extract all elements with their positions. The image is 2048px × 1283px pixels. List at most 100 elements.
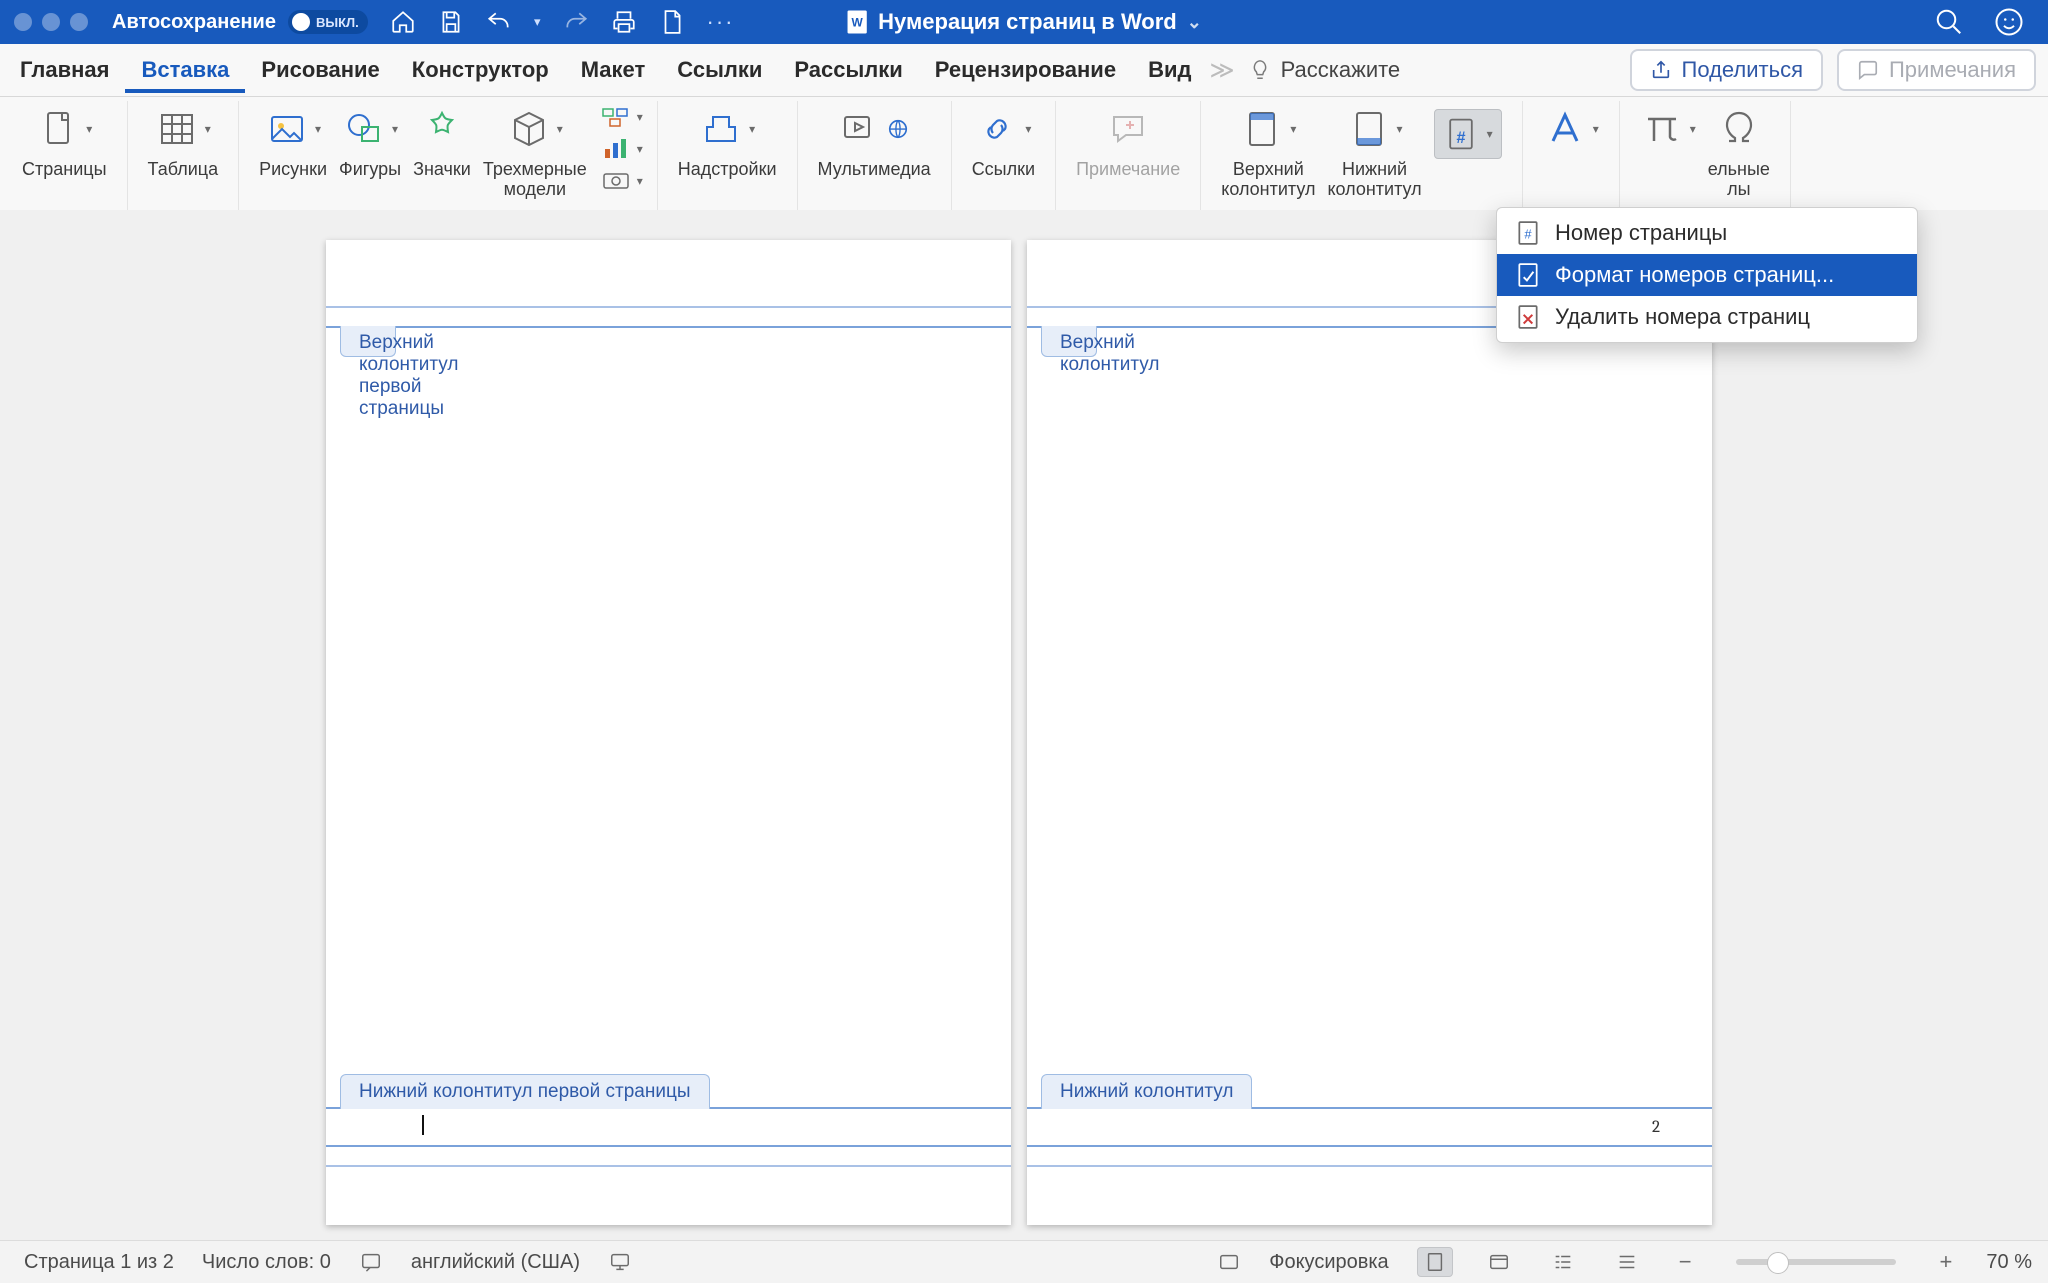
share-button[interactable]: Поделиться [1630, 49, 1823, 91]
view-outline[interactable] [1545, 1247, 1581, 1277]
icons-icon [420, 109, 464, 149]
tab-home[interactable]: Главная [4, 47, 125, 93]
tab-references[interactable]: Ссылки [661, 47, 778, 93]
status-language[interactable]: английский (США) [411, 1251, 580, 1274]
dropdown-arrow-icon: ▾ [1690, 122, 1696, 136]
document-title[interactable]: W Нумерация страниц в Word ⌄ [846, 9, 1202, 35]
screenshot-button[interactable]: ▾ [601, 169, 643, 193]
dropdown-arrow-icon: ▾ [637, 174, 643, 188]
pages-label: Страницы [22, 159, 107, 179]
redo-icon[interactable] [563, 9, 589, 35]
minimize-window[interactable] [42, 13, 60, 31]
dropdown-arrow-icon: ▾ [1593, 122, 1599, 136]
view-print-layout[interactable] [1417, 1247, 1453, 1277]
media-button[interactable]: Мультимедиа [812, 105, 937, 179]
tab-view[interactable]: Вид [1132, 47, 1207, 93]
svg-text:#: # [1456, 129, 1465, 147]
view-draft[interactable] [1609, 1247, 1645, 1277]
chart-button[interactable]: ▾ [601, 137, 643, 161]
new-doc-icon[interactable] [659, 9, 685, 35]
accessibility-icon[interactable] [608, 1251, 632, 1273]
status-page[interactable]: Страница 1 из 2 [24, 1251, 174, 1274]
header-tag: Верхний колонтитул [1041, 326, 1097, 357]
comment-button: Примечание [1070, 105, 1186, 179]
page-number-button[interactable]: # ▾ [1428, 105, 1508, 159]
tab-draw[interactable]: Рисование [245, 47, 395, 93]
feedback-icon[interactable] [1994, 7, 2024, 37]
comments-button[interactable]: Примечания [1837, 49, 2036, 91]
tab-layout[interactable]: Макет [565, 47, 662, 93]
doc-title-text: Нумерация страниц в Word [878, 9, 1177, 35]
group-illustrations: ▾ Рисунки ▾ Фигуры Значки ▾ Трехмерные м… [239, 101, 658, 215]
tab-review[interactable]: Рецензирование [919, 47, 1132, 93]
table-button[interactable]: ▾ Таблица [142, 105, 225, 179]
zoom-in-button[interactable]: + [1934, 1249, 1959, 1275]
tab-design[interactable]: Конструктор [396, 47, 565, 93]
header-icon [1240, 109, 1284, 149]
focus-icon[interactable] [1217, 1251, 1241, 1273]
hdr-outer-line [326, 306, 1011, 308]
view-web-layout[interactable] [1481, 1247, 1517, 1277]
zoom-out-button[interactable]: − [1673, 1249, 1698, 1275]
more-icon[interactable]: ··· [707, 9, 735, 35]
pictures-button[interactable]: ▾ Рисунки [253, 105, 333, 179]
status-focus[interactable]: Фокусировка [1269, 1251, 1388, 1274]
zoom-window[interactable] [70, 13, 88, 31]
zoom-thumb[interactable] [1767, 1252, 1789, 1274]
menu-item-label: Удалить номера страниц [1555, 304, 1810, 330]
equation-button[interactable]: ▾ [1634, 105, 1702, 153]
footer-tag: Нижний колонтитул [1041, 1074, 1252, 1109]
tabs-overflow-icon[interactable]: ≫ [1207, 56, 1240, 85]
search-icon[interactable] [1934, 7, 1964, 37]
status-word-count[interactable]: Число слов: 0 [202, 1251, 331, 1274]
document-canvas[interactable]: Верхний колонтитул первой страницы Нижни… [0, 210, 2048, 1241]
symbol-button[interactable]: ельные лы [1702, 105, 1776, 199]
status-bar: Страница 1 из 2 Число слов: 0 английский… [0, 1240, 2048, 1283]
spellcheck-icon[interactable] [359, 1251, 383, 1273]
link-icon [975, 109, 1019, 149]
share-icon [1650, 59, 1672, 81]
dropdown-arrow-icon: ▾ [1290, 122, 1296, 136]
addins-button[interactable]: ▾ Надстройки [672, 105, 783, 179]
3dmodels-button[interactable]: ▾ Трехмерные модели [477, 105, 593, 199]
menu-item-label: Формат номеров страниц... [1555, 262, 1834, 288]
dropdown-arrow-icon: ▾ [86, 122, 92, 136]
links-button[interactable]: ▾ Ссылки [966, 105, 1041, 179]
pages-button[interactable]: ▾ Страницы [16, 105, 113, 179]
draft-icon [1615, 1251, 1639, 1273]
shapes-button[interactable]: ▾ Фигуры [333, 105, 407, 179]
omega-icon [1717, 109, 1761, 149]
menu-page-number[interactable]: # Номер страницы [1497, 212, 1917, 254]
footer-button[interactable]: ▾ Нижний колонтитул [1321, 105, 1427, 199]
tell-me[interactable]: Расскажите [1249, 57, 1401, 83]
shapes-icon [342, 109, 386, 149]
autosave-toggle[interactable]: ВЫКЛ. [288, 10, 368, 34]
smartart-button[interactable]: ▾ [601, 105, 643, 129]
dropdown-arrow-icon: ▾ [749, 122, 755, 136]
menu-format-page-numbers[interactable]: Формат номеров страниц... [1497, 254, 1917, 296]
tab-insert[interactable]: Вставка [125, 47, 245, 93]
close-window[interactable] [14, 13, 32, 31]
pictures-icon [265, 109, 309, 149]
print-icon[interactable] [611, 9, 637, 35]
video-icon [839, 109, 883, 149]
icons-button[interactable]: Значки [407, 105, 477, 179]
undo-icon[interactable] [486, 9, 512, 35]
page-2[interactable]: Верхний колонтитул Нижний колонтитул 2 [1027, 240, 1712, 1225]
dropcap-button[interactable]: ▾ [1537, 105, 1605, 153]
zoom-value[interactable]: 70 % [1986, 1251, 2032, 1274]
print-layout-icon [1423, 1251, 1447, 1273]
bulb-icon [1249, 59, 1271, 81]
menu-remove-page-numbers[interactable]: Удалить номера страниц [1497, 296, 1917, 338]
header-tag-first: Верхний колонтитул первой страницы [340, 326, 396, 357]
tab-mailings[interactable]: Рассылки [778, 47, 918, 93]
addins-label: Надстройки [678, 159, 777, 179]
group-addins: ▾ Надстройки [658, 101, 798, 215]
ftr-bot-line [326, 1165, 1011, 1167]
home-icon[interactable] [390, 9, 416, 35]
undo-chevron-icon[interactable]: ▾ [534, 14, 541, 30]
header-button[interactable]: ▾ Верхний колонтитул [1215, 105, 1321, 199]
save-icon[interactable] [438, 9, 464, 35]
zoom-slider[interactable] [1736, 1259, 1896, 1265]
page-1[interactable]: Верхний колонтитул первой страницы Нижни… [326, 240, 1011, 1225]
